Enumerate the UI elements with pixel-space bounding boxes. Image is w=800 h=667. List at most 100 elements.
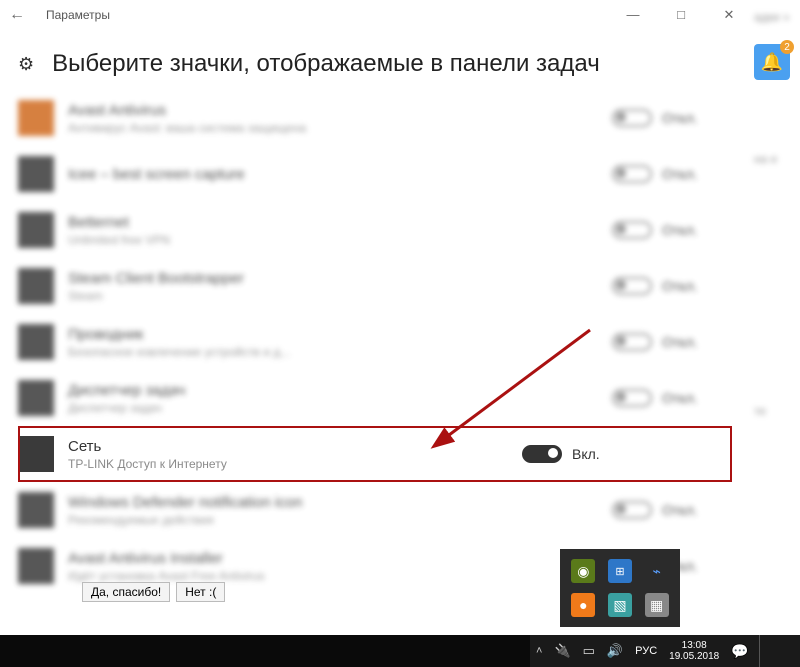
yes-button[interactable]: Да, спасибо! bbox=[82, 582, 170, 602]
toggle-switch[interactable] bbox=[612, 277, 652, 295]
list-item: Windows Defender notification icon Рекоме… bbox=[18, 482, 732, 538]
item-subtitle: Steam bbox=[68, 289, 348, 303]
nvidia-tray-icon[interactable]: ◉ bbox=[571, 559, 595, 583]
item-subtitle: TP-LINK Доступ к Интернету bbox=[68, 457, 348, 471]
item-title: Проводник bbox=[68, 326, 602, 343]
item-subtitle: Рекомендуемые действия bbox=[68, 513, 348, 527]
list-item: Avast Antivirus Антивирус Avast: ваша сис… bbox=[18, 90, 732, 146]
list-item: Betternet Unlimited free VPN Откл. bbox=[18, 202, 732, 258]
notification-badge: 2 bbox=[780, 40, 794, 54]
app-icon bbox=[18, 548, 54, 584]
item-text: Проводник Безопасное извлечение устройств… bbox=[68, 326, 602, 359]
gear-icon: ⚙ bbox=[18, 54, 34, 75]
item-text: Avast Antivirus Антивирус Avast: ваша сис… bbox=[68, 102, 602, 135]
misc-tray-icon[interactable]: ▦ bbox=[645, 593, 669, 617]
settings-window: ← Параметры — □ ✕ ⚙ Выберите значки, ото… bbox=[0, 0, 750, 620]
close-button[interactable]: ✕ bbox=[714, 7, 744, 23]
avast-tray-icon[interactable]: ● bbox=[571, 593, 595, 617]
list-item: Steam Client Bootstrapper Steam Откл. bbox=[18, 258, 732, 314]
toggle-group: Откл. bbox=[612, 333, 732, 351]
app-icon bbox=[18, 380, 54, 416]
page-title: Выберите значки, отображаемые в панели з… bbox=[52, 50, 600, 78]
item-title: Сеть bbox=[68, 438, 512, 455]
tray-chevron-icon[interactable]: ˄ bbox=[536, 645, 542, 657]
app-icon bbox=[18, 212, 54, 248]
item-title: Steam Client Bootstrapper bbox=[68, 270, 602, 287]
toggle-state: Откл. bbox=[662, 110, 698, 126]
taskbar: ˄ 🔌 ▭ 🔊 РУС 13:08 19.05.2018 💬 bbox=[0, 635, 800, 667]
toggle-state: Откл. bbox=[662, 334, 698, 350]
app-icon bbox=[18, 156, 54, 192]
show-desktop-button[interactable] bbox=[759, 635, 767, 667]
toggle-state: Откл. bbox=[662, 166, 698, 182]
list-item: Сеть TP-LINK Доступ к Интернету Вкл. bbox=[18, 426, 732, 482]
app-icon bbox=[18, 436, 54, 472]
toggle-state: Вкл. bbox=[572, 446, 600, 462]
toggle-switch[interactable] bbox=[522, 445, 562, 463]
toggle-switch[interactable] bbox=[612, 501, 652, 519]
item-text: Avast Antivirus Installer Идёт установка … bbox=[68, 550, 602, 583]
item-title: Windows Defender notification icon bbox=[68, 494, 602, 511]
list-item: Icee – best screen capture Откл. bbox=[18, 146, 732, 202]
toggle-switch[interactable] bbox=[612, 165, 652, 183]
item-subtitle: Безопасное извлечение устройств и д... bbox=[68, 345, 348, 359]
item-title: Avast Antivirus Installer bbox=[68, 550, 602, 567]
toggle-switch[interactable] bbox=[612, 389, 652, 407]
bluetooth-tray-icon[interactable]: ⌁ bbox=[645, 559, 669, 583]
network-tray-icon[interactable]: ▭ bbox=[583, 643, 595, 659]
app-icon bbox=[18, 324, 54, 360]
minimize-button[interactable]: — bbox=[618, 7, 648, 23]
titlebar: ← Параметры — □ ✕ bbox=[0, 0, 750, 30]
toggle-group: Откл. bbox=[612, 277, 732, 295]
taskbar-date: 19.05.2018 bbox=[669, 651, 719, 662]
language-indicator[interactable]: РУС bbox=[635, 645, 657, 657]
toggle-switch[interactable] bbox=[612, 333, 652, 351]
toggle-group: Откл. bbox=[612, 501, 732, 519]
toggle-group: Откл. bbox=[612, 389, 732, 407]
item-title: Avast Antivirus bbox=[68, 102, 602, 119]
back-button[interactable]: ← bbox=[6, 6, 28, 24]
toggle-group: Вкл. bbox=[522, 445, 642, 463]
list-item: Проводник Безопасное извлечение устройств… bbox=[18, 314, 732, 370]
toggle-group: Откл. bbox=[612, 165, 732, 183]
toggle-switch[interactable] bbox=[612, 109, 652, 127]
toggle-state: Откл. bbox=[662, 390, 698, 406]
page-header: ⚙ Выберите значки, отображаемые в панели… bbox=[0, 30, 750, 90]
item-text: Icee – best screen capture bbox=[68, 166, 602, 183]
app-icon bbox=[18, 268, 54, 304]
app-icon bbox=[18, 100, 54, 136]
window-title: Параметры bbox=[46, 8, 110, 22]
item-subtitle: Антивирус Avast: ваша система защищена bbox=[68, 121, 348, 135]
item-text: Windows Defender notification icon Рекоме… bbox=[68, 494, 602, 527]
no-button[interactable]: Нет :( bbox=[176, 582, 225, 602]
item-subtitle: Идёт установка Avast Free Antivirus bbox=[68, 569, 348, 583]
item-title: Betternet bbox=[68, 214, 602, 231]
background-page: адки » на е те bbox=[750, 0, 800, 620]
item-subtitle: Диспетчер задач bbox=[68, 401, 348, 415]
item-subtitle: Unlimited free VPN bbox=[68, 233, 348, 247]
power-tray-icon[interactable]: 🔌 bbox=[554, 643, 570, 659]
volume-tray-icon[interactable]: 🔊 bbox=[607, 643, 623, 659]
toggle-group: Откл. bbox=[612, 221, 732, 239]
dialog-buttons: Да, спасибо! Нет :( bbox=[82, 582, 225, 602]
toggle-state: Откл. bbox=[662, 222, 698, 238]
list-item: Диспетчер задач Диспетчер задач Откл. bbox=[18, 370, 732, 426]
app-tray-icon[interactable]: ▧ bbox=[608, 593, 632, 617]
system-tray-popup: ◉ ⊞ ⌁ ● ▧ ▦ bbox=[560, 549, 680, 627]
maximize-button[interactable]: □ bbox=[666, 7, 696, 23]
taskbar-time: 13:08 bbox=[669, 640, 719, 651]
toggle-state: Откл. bbox=[662, 502, 698, 518]
item-text: Сеть TP-LINK Доступ к Интернету bbox=[68, 438, 512, 471]
toggle-group: Откл. bbox=[612, 109, 732, 127]
item-text: Betternet Unlimited free VPN bbox=[68, 214, 602, 247]
toggle-switch[interactable] bbox=[612, 221, 652, 239]
notification-bell-icon[interactable]: 🔔 2 bbox=[754, 44, 790, 80]
action-center-icon[interactable]: 💬 bbox=[731, 643, 748, 660]
taskbar-left bbox=[0, 635, 530, 667]
windows-tray-icon[interactable]: ⊞ bbox=[608, 559, 632, 583]
taskbar-clock[interactable]: 13:08 19.05.2018 bbox=[669, 640, 719, 662]
item-text: Steam Client Bootstrapper Steam bbox=[68, 270, 602, 303]
item-title: Диспетчер задач bbox=[68, 382, 602, 399]
item-text: Диспетчер задач Диспетчер задач bbox=[68, 382, 602, 415]
icon-list: Avast Antivirus Антивирус Avast: ваша сис… bbox=[0, 90, 750, 594]
